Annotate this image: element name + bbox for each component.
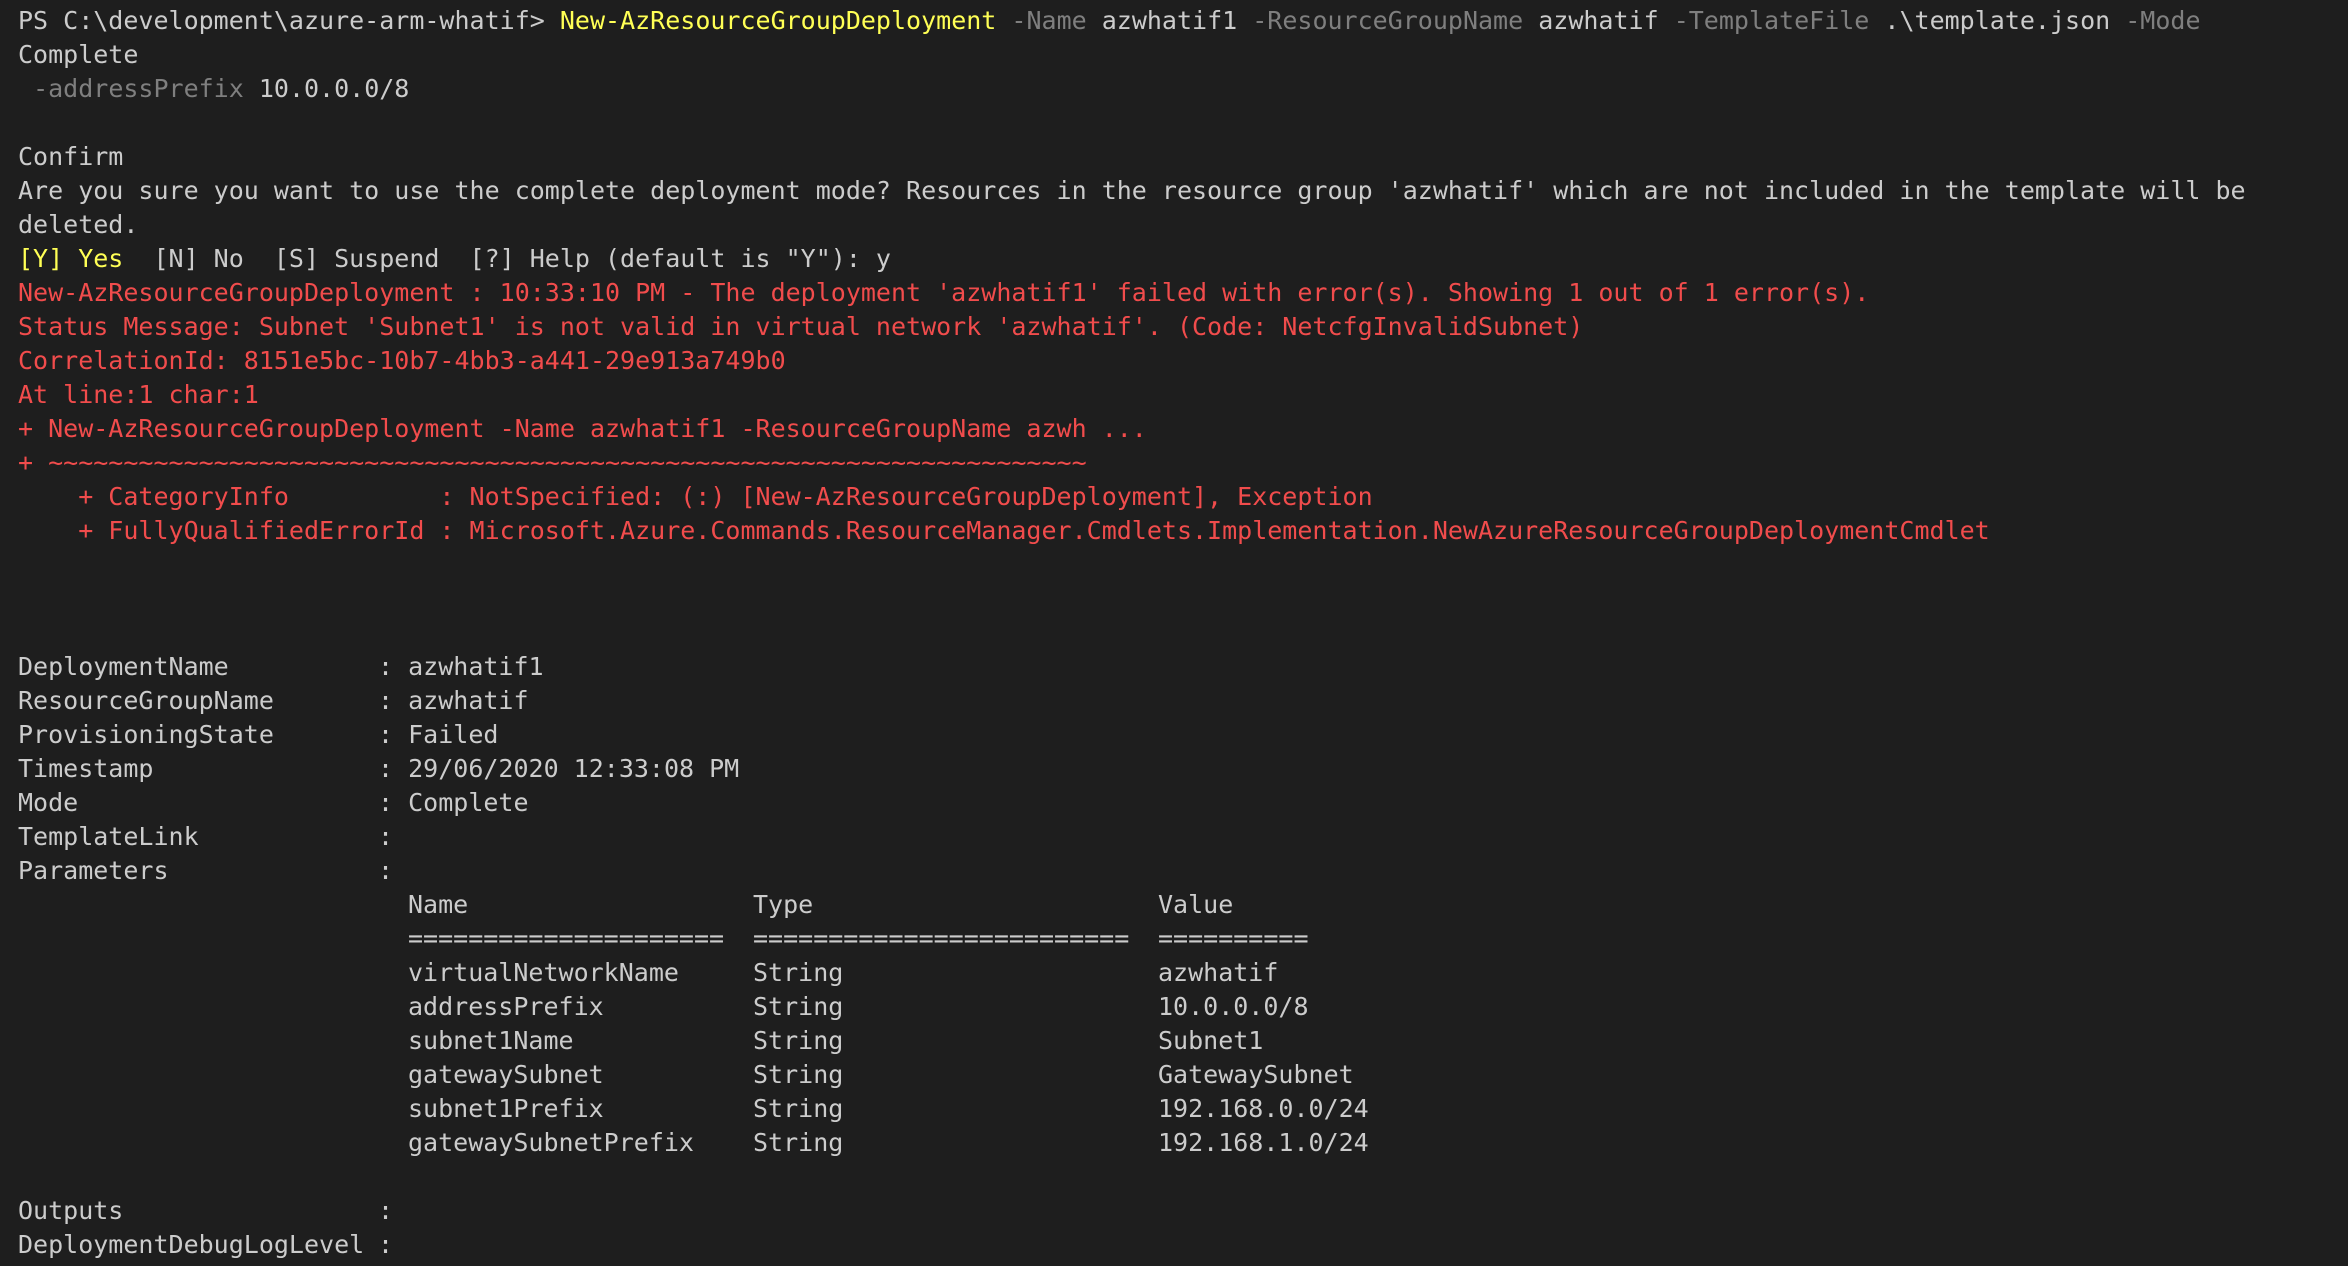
param-type-cell: String bbox=[753, 1128, 844, 1157]
property-row: DeploymentName: azwhatif1 bbox=[18, 650, 2330, 684]
table-row: gatewaySubnet String GatewaySubnet bbox=[18, 1058, 2330, 1092]
params-table-header: Name Type Value bbox=[18, 888, 2330, 922]
table-row: gatewaySubnetPrefix String 192.168.1.0/24 bbox=[18, 1126, 2330, 1160]
confirm-title: Confirm bbox=[18, 142, 124, 171]
property-row: TemplateLink: bbox=[18, 820, 2330, 854]
params-header-type: Type bbox=[753, 890, 814, 919]
property-separator: : bbox=[378, 754, 409, 783]
powershell-terminal[interactable]: PS C:\development\azure-arm-whatif> New-… bbox=[0, 0, 2348, 1266]
error-line-status: Status Message: Subnet 'Subnet1' is not … bbox=[18, 312, 1584, 341]
param-prefix-value: 10.0.0.0/8 bbox=[258, 74, 410, 103]
property-value: 29/06/2020 12:33:08 PM bbox=[408, 754, 740, 783]
param-mode-value: Complete bbox=[18, 40, 139, 69]
error-line-correlation: CorrelationId: 8151e5bc-10b7-4bb3-a441-2… bbox=[18, 346, 786, 375]
param-rg-flag: -ResourceGroupName bbox=[1237, 6, 1539, 35]
property-key: Outputs bbox=[18, 1196, 124, 1225]
cmdlet-name: New-AzResourceGroupDeployment bbox=[559, 6, 997, 35]
table-row: subnet1Prefix String 192.168.0.0/24 bbox=[18, 1092, 2330, 1126]
param-name-cell: virtualNetworkName bbox=[408, 958, 679, 987]
param-name-cell: subnet1Name bbox=[408, 1026, 574, 1055]
property-separator: : bbox=[378, 652, 409, 681]
param-prefix-flag: -addressPrefix bbox=[18, 74, 259, 103]
property-separator: : bbox=[378, 1196, 409, 1225]
params-table-underline: ===================== ===================… bbox=[18, 922, 2330, 956]
param-name-value: azwhatif1 bbox=[1101, 6, 1238, 35]
property-row: Timestamp: 29/06/2020 12:33:08 PM bbox=[18, 752, 2330, 786]
property-row: ProvisioningState: Failed bbox=[18, 718, 2330, 752]
param-type-cell: String bbox=[753, 958, 844, 987]
property-key: Timestamp bbox=[18, 754, 154, 783]
property-separator: : bbox=[378, 788, 409, 817]
confirm-option-yes: [Y] Yes bbox=[18, 244, 124, 273]
param-value-cell: Subnet1 bbox=[1158, 1026, 1264, 1055]
param-type-cell: String bbox=[753, 1060, 844, 1089]
property-row: Parameters: bbox=[18, 854, 2330, 888]
property-value: azwhatif1 bbox=[408, 652, 544, 681]
property-row: DeploymentDebugLogLevel: bbox=[18, 1228, 2330, 1262]
param-name-cell: addressPrefix bbox=[408, 992, 604, 1021]
param-type-cell: String bbox=[753, 1094, 844, 1123]
property-row: ResourceGroupName: azwhatif bbox=[18, 684, 2330, 718]
property-key: Mode bbox=[18, 788, 79, 817]
property-separator: : bbox=[378, 822, 409, 851]
property-key: ProvisioningState bbox=[18, 720, 274, 749]
params-underline-value: ========== bbox=[1158, 924, 1309, 953]
param-name-cell: subnet1Prefix bbox=[408, 1094, 604, 1123]
param-value-cell: azwhatif bbox=[1158, 958, 1279, 987]
param-value-cell: 10.0.0.0/8 bbox=[1158, 992, 1309, 1021]
property-key: TemplateLink bbox=[18, 822, 199, 851]
property-value: Complete bbox=[408, 788, 529, 817]
params-underline-type: ========================= bbox=[753, 924, 1130, 953]
property-key: DeploymentDebugLogLevel bbox=[18, 1230, 365, 1259]
error-line-summary: New-AzResourceGroupDeployment : 10:33:10… bbox=[18, 278, 1870, 307]
error-line-category: + CategoryInfo : NotSpecified: (:) [New-… bbox=[18, 482, 1373, 511]
error-line-command-echo: + New-AzResourceGroupDeployment -Name az… bbox=[18, 414, 1147, 443]
property-value: Failed bbox=[408, 720, 499, 749]
param-value-cell: GatewaySubnet bbox=[1158, 1060, 1354, 1089]
property-key: Parameters bbox=[18, 856, 169, 885]
property-row: Mode: Complete bbox=[18, 786, 2330, 820]
param-template-flag: -TemplateFile bbox=[1658, 6, 1885, 35]
table-row: virtualNetworkName String azwhatif bbox=[18, 956, 2330, 990]
property-separator: : bbox=[378, 686, 409, 715]
error-line-underline: + ~~~~~~~~~~~~~~~~~~~~~~~~~~~~~~~~~~~~~~… bbox=[18, 448, 1087, 477]
property-separator: : bbox=[378, 720, 409, 749]
params-underline-name: ===================== bbox=[408, 924, 725, 953]
property-separator: : bbox=[378, 1230, 409, 1259]
param-name-cell: gatewaySubnet bbox=[408, 1060, 604, 1089]
property-separator: : bbox=[378, 856, 409, 885]
error-line-errorid: + FullyQualifiedErrorId : Microsoft.Azur… bbox=[18, 516, 1990, 545]
param-template-value: .\template.json bbox=[1884, 6, 2111, 35]
param-type-cell: String bbox=[753, 1026, 844, 1055]
param-value-cell: 192.168.1.0/24 bbox=[1158, 1128, 1369, 1157]
property-key: ResourceGroupName bbox=[18, 686, 274, 715]
error-line-location: At line:1 char:1 bbox=[18, 380, 259, 409]
confirm-question: Are you sure you want to use the complet… bbox=[18, 176, 2261, 239]
property-key: DeploymentName bbox=[18, 652, 229, 681]
param-value-cell: 192.168.0.0/24 bbox=[1158, 1094, 1369, 1123]
param-mode-flag: -Mode bbox=[2110, 6, 2216, 35]
confirm-option-rest: [N] No [S] Suspend [?] Help (default is … bbox=[123, 244, 891, 273]
confirm-options: [Y] Yes [N] No [S] Suspend [?] Help (def… bbox=[18, 242, 2330, 276]
param-type-cell: String bbox=[753, 992, 844, 1021]
table-row: addressPrefix String 10.0.0.0/8 bbox=[18, 990, 2330, 1024]
params-header-name: Name bbox=[408, 890, 469, 919]
param-name-cell: gatewaySubnetPrefix bbox=[408, 1128, 694, 1157]
property-value: azwhatif bbox=[408, 686, 529, 715]
prompt: PS C:\development\azure-arm-whatif> bbox=[18, 6, 560, 35]
params-header-value: Value bbox=[1158, 890, 1234, 919]
property-row: Outputs: bbox=[18, 1194, 2330, 1228]
param-name-flag: -Name bbox=[996, 6, 1102, 35]
param-rg-value: azwhatif bbox=[1538, 6, 1659, 35]
command-line: PS C:\development\azure-arm-whatif> New-… bbox=[18, 4, 2330, 106]
table-row: subnet1Name String Subnet1 bbox=[18, 1024, 2330, 1058]
